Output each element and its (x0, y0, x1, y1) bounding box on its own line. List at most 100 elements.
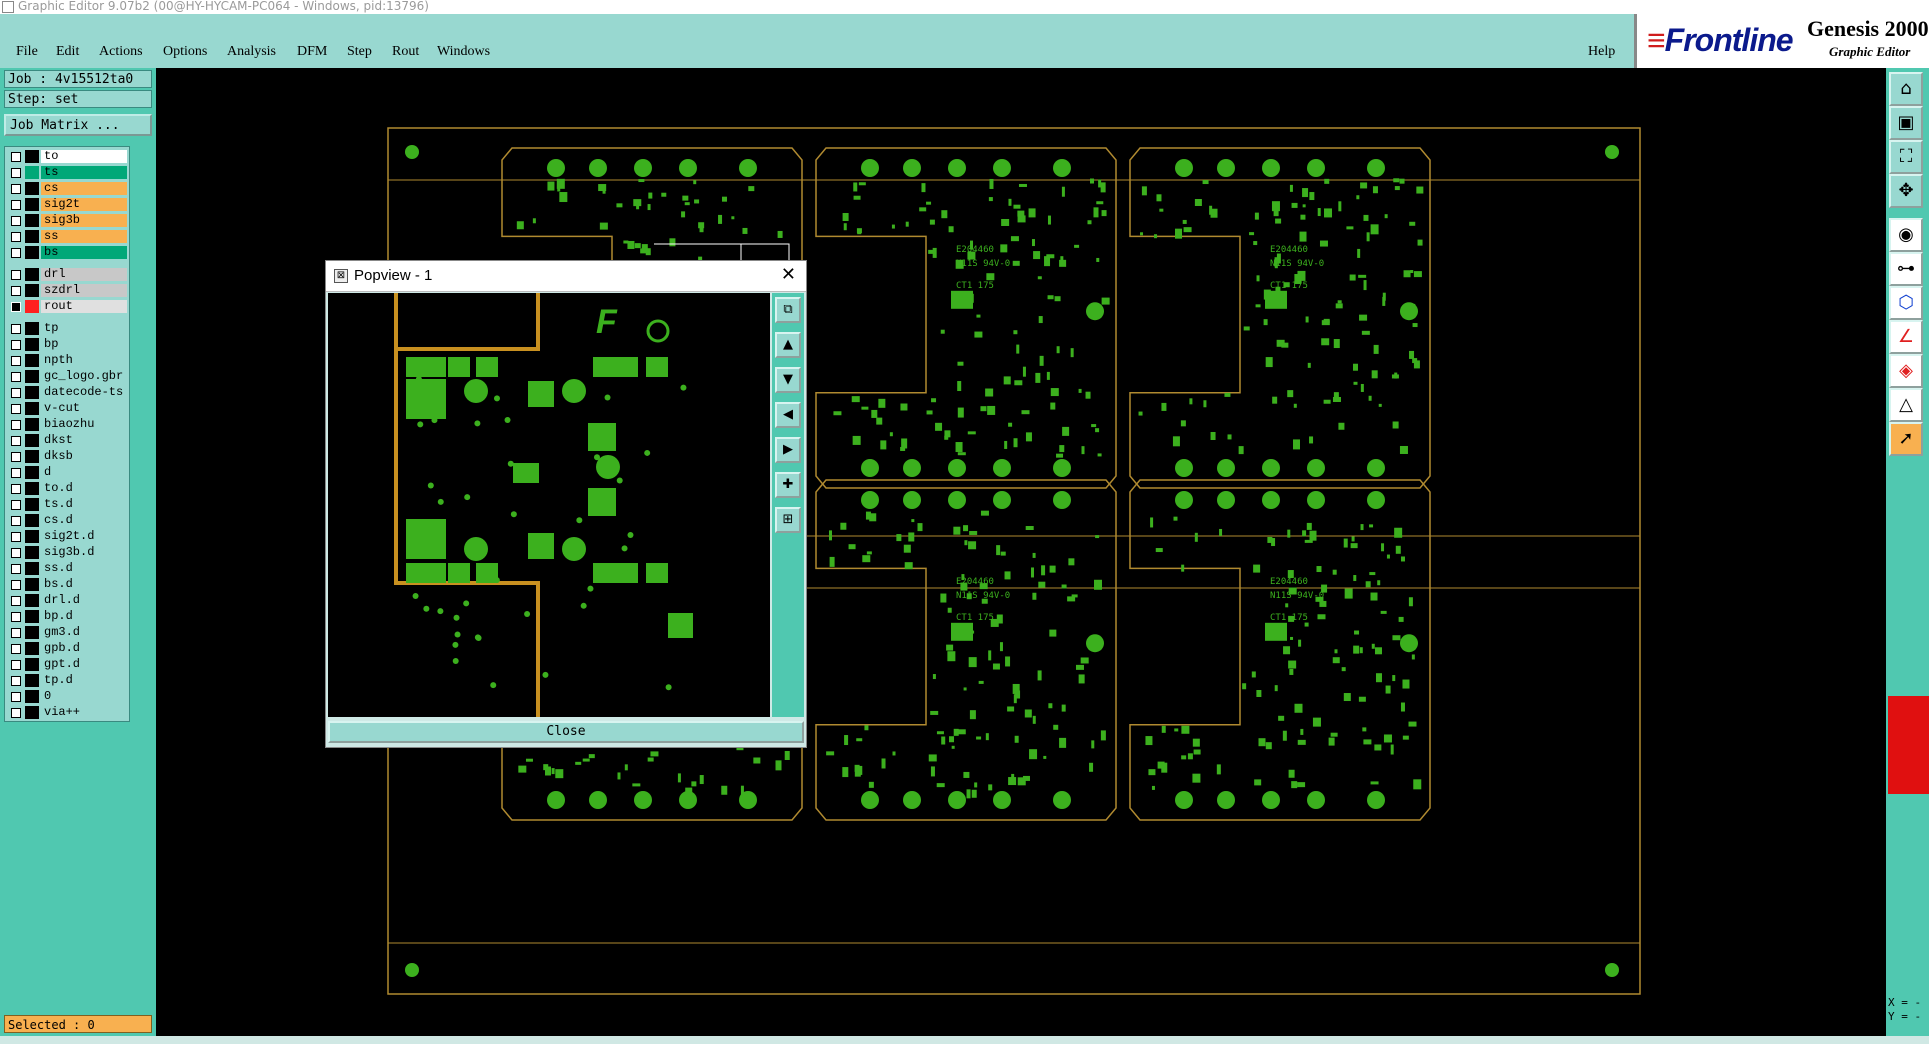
layer-row[interactable]: rout (5, 299, 129, 315)
layer-color-swatch[interactable] (25, 322, 39, 335)
layer-checkbox[interactable] (11, 644, 21, 654)
layer-name[interactable]: dksb (41, 450, 127, 463)
layer-color-swatch[interactable] (25, 674, 39, 687)
layer-row[interactable]: gpb.d (5, 641, 129, 657)
layer-name[interactable]: ts (41, 166, 127, 179)
layer-color-swatch[interactable] (25, 578, 39, 591)
layer-row[interactable]: cs (5, 181, 129, 197)
layer-color-swatch[interactable] (25, 402, 39, 415)
menu-help[interactable]: Help (1588, 44, 1615, 60)
layer-row[interactable]: ts (5, 165, 129, 181)
layer-checkbox[interactable] (11, 564, 21, 574)
layer-row[interactable]: tp (5, 321, 129, 337)
layer-row[interactable]: gc_logo.gbr (5, 369, 129, 385)
layer-checkbox[interactable] (11, 548, 21, 558)
layer-color-swatch[interactable] (25, 450, 39, 463)
layer-checkbox[interactable] (11, 324, 21, 334)
layer-checkbox[interactable] (11, 200, 21, 210)
layer-row[interactable]: 0 (5, 689, 129, 705)
layer-name[interactable]: biaozhu (41, 418, 127, 431)
layer-color-swatch[interactable] (25, 610, 39, 623)
layer-checkbox[interactable] (11, 356, 21, 366)
snap-icon[interactable]: ◉ (1889, 218, 1923, 252)
layer-row[interactable]: szdrl (5, 283, 129, 299)
layer-row[interactable]: drl (5, 267, 129, 283)
zoom-home-icon[interactable]: ⌂ (1889, 72, 1923, 106)
layer-color-swatch[interactable] (25, 198, 39, 211)
menu-actions[interactable]: Actions (99, 44, 143, 60)
layer-name[interactable]: sig3b.d (41, 546, 127, 559)
layer-row[interactable]: datecode-ts (5, 385, 129, 401)
layer-checkbox[interactable] (11, 248, 21, 258)
fit-icon[interactable]: ⛶ (1889, 140, 1923, 174)
layer-name[interactable]: cs.d (41, 514, 127, 527)
layer-name[interactable]: szdrl (41, 284, 127, 297)
layer-checkbox[interactable] (11, 302, 21, 312)
layer-row[interactable]: ss (5, 229, 129, 245)
layer-color-swatch[interactable] (25, 150, 39, 163)
layer-name[interactable]: tp.d (41, 674, 127, 687)
layer-name[interactable]: drl.d (41, 594, 127, 607)
layer-checkbox[interactable] (11, 676, 21, 686)
layer-row[interactable]: sig2t.d (5, 529, 129, 545)
layer-row[interactable]: v-cut (5, 401, 129, 417)
pan-left-icon[interactable]: ◀ (775, 402, 801, 428)
layer-name[interactable]: sig3b (41, 214, 127, 227)
layer-row[interactable]: dkst (5, 433, 129, 449)
layer-color-swatch[interactable] (25, 386, 39, 399)
zoom-in-icon[interactable]: ✚ (775, 472, 801, 498)
layer-name[interactable]: to (41, 150, 127, 163)
layer-color-swatch[interactable] (25, 546, 39, 559)
close-icon[interactable]: ✕ (781, 264, 796, 285)
measure-icon[interactable]: ⊶ (1889, 252, 1923, 286)
layer-name[interactable]: bp (41, 338, 127, 351)
layer-row[interactable]: to.d (5, 481, 129, 497)
layer-checkbox[interactable] (11, 372, 21, 382)
layer-name[interactable]: bs.d (41, 578, 127, 591)
layer-color-swatch[interactable] (25, 434, 39, 447)
layer-checkbox[interactable] (11, 612, 21, 622)
layer-row[interactable]: ss.d (5, 561, 129, 577)
layer-name[interactable]: via++ (41, 706, 127, 719)
layer-name[interactable]: ts.d (41, 498, 127, 511)
layer-checkbox[interactable] (11, 404, 21, 414)
layer-name[interactable]: dkst (41, 434, 127, 447)
menu-windows[interactable]: Windows (437, 44, 490, 60)
zoom-window-icon[interactable]: ▣ (1889, 106, 1923, 140)
layer-color-swatch[interactable] (25, 284, 39, 297)
pan-icon[interactable]: ✥ (1889, 174, 1923, 208)
layer-row[interactable]: sig2t (5, 197, 129, 213)
layer-name[interactable]: bs (41, 246, 127, 259)
layer-name[interactable]: 0 (41, 690, 127, 703)
layer-color-swatch[interactable] (25, 214, 39, 227)
layer-name[interactable]: gm3.d (41, 626, 127, 639)
layer-checkbox[interactable] (11, 168, 21, 178)
layer-checkbox[interactable] (11, 216, 21, 226)
layer-color-swatch[interactable] (25, 354, 39, 367)
layer-color-swatch[interactable] (25, 466, 39, 479)
layer-color-swatch[interactable] (25, 370, 39, 383)
layer-color-swatch[interactable] (25, 498, 39, 511)
layer-name[interactable]: sig2t (41, 198, 127, 211)
layer-color-swatch[interactable] (25, 514, 39, 527)
layer-name[interactable]: d (41, 466, 127, 479)
layer-checkbox[interactable] (11, 692, 21, 702)
layer-checkbox[interactable] (11, 484, 21, 494)
layer-row[interactable]: ts.d (5, 497, 129, 513)
layer-color-swatch[interactable] (25, 690, 39, 703)
layer-color-swatch[interactable] (25, 658, 39, 671)
layer-color-swatch[interactable] (25, 338, 39, 351)
pan-right-icon[interactable]: ▶ (775, 437, 801, 463)
layer-name[interactable]: ss.d (41, 562, 127, 575)
layer-row[interactable]: gpt.d (5, 657, 129, 673)
job-matrix-button[interactable]: Job Matrix ... (4, 114, 152, 136)
layer-color-swatch[interactable] (25, 482, 39, 495)
layer-name[interactable]: v-cut (41, 402, 127, 415)
layer-name[interactable]: datecode-ts (41, 386, 127, 399)
layer-checkbox[interactable] (11, 452, 21, 462)
layer-color-swatch[interactable] (25, 182, 39, 195)
layer-row[interactable]: dksb (5, 449, 129, 465)
layer-row[interactable]: d (5, 465, 129, 481)
highlight-icon[interactable]: △ (1889, 388, 1923, 422)
layer-color-swatch[interactable] (25, 246, 39, 259)
